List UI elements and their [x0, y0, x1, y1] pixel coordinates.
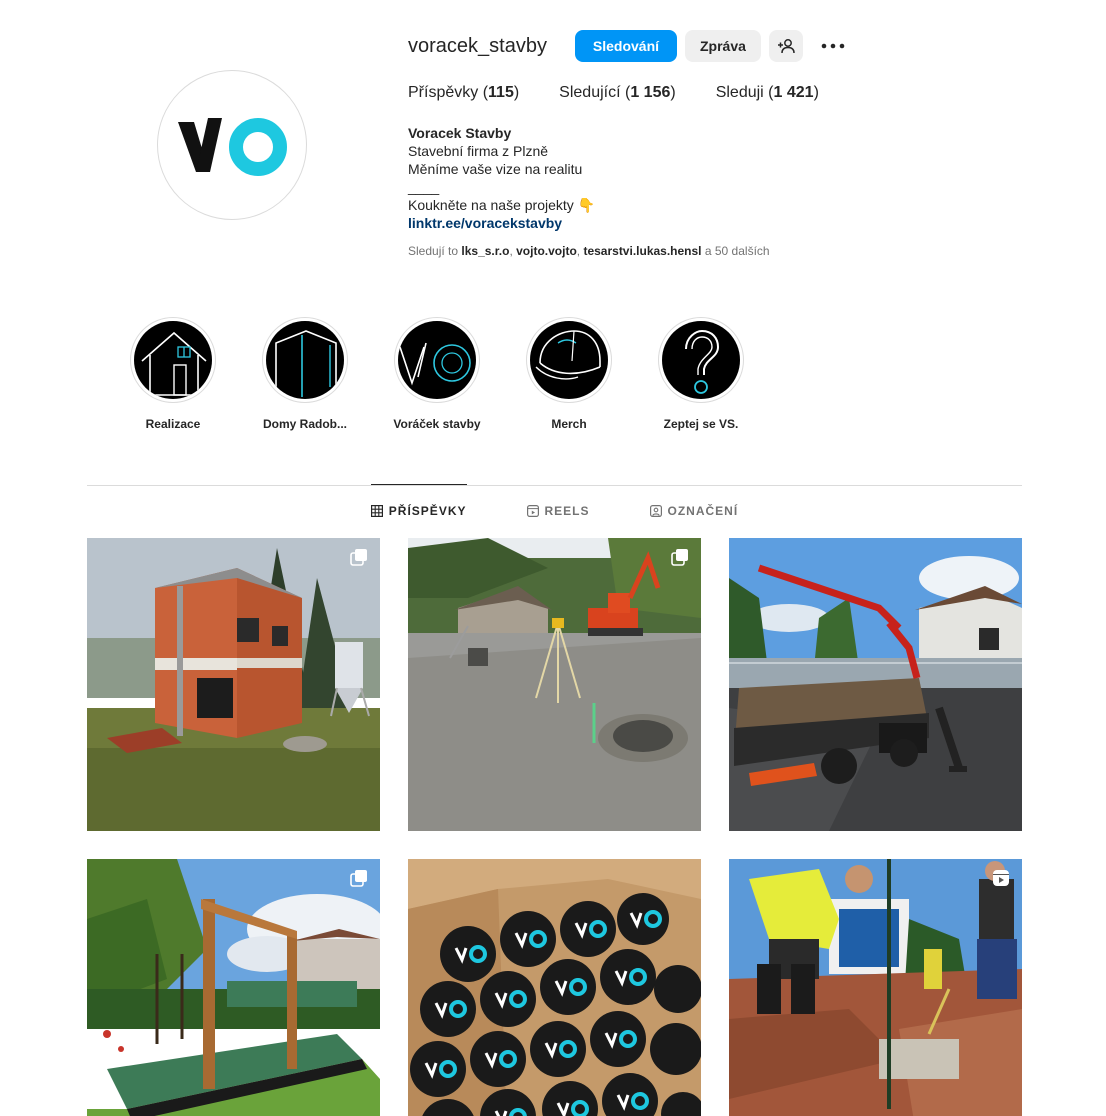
posts-stat-label: Příspěvky	[408, 84, 479, 101]
bio-line: Koukněte na naše projekty 👇	[408, 197, 596, 213]
highlight-item[interactable]: Merch	[526, 317, 612, 431]
frame-house-icon	[275, 330, 337, 397]
highlight-ring	[394, 317, 480, 403]
cap-icon	[535, 330, 601, 380]
posts-stat: Příspěvky (115)	[408, 84, 520, 101]
username: voracek_stavby	[408, 34, 547, 57]
profile-header-row: voracek_stavby Sledování Zpráva	[408, 28, 1028, 64]
posts-stat-count: 115	[488, 84, 514, 101]
post-thumbnail[interactable]	[87, 859, 380, 1116]
highlight-label: Zeptej se VS.	[663, 417, 739, 431]
highlight-cover	[530, 321, 608, 399]
profile-bio: Voracek Stavby Stavební firma z Plzně Mě…	[408, 124, 1028, 260]
post-image-brick-house	[87, 538, 380, 831]
following-stat-label: Sleduji	[715, 84, 764, 101]
highlight-ring	[658, 317, 744, 403]
bio-name: Voracek Stavby	[408, 125, 512, 141]
highlight-label: Realizace	[145, 417, 201, 431]
highlight-item[interactable]: Zeptej se VS.	[658, 317, 744, 431]
tab-reels[interactable]: REELS	[526, 485, 590, 537]
post-image-wooden-pergola	[87, 859, 380, 1116]
post-image-workers-trench	[729, 859, 1022, 1116]
highlight-item[interactable]: Domy Radob...	[262, 317, 348, 431]
followed-by-suffix: a 50 dalších	[704, 244, 770, 258]
following-button[interactable]: Sledování	[574, 30, 677, 62]
ellipsis-icon	[821, 43, 845, 49]
followed-by-prefix: Sledují to	[408, 244, 459, 258]
highlight-cover	[134, 321, 212, 399]
grid-icon	[370, 504, 383, 517]
profile-stats: Příspěvky (115) Sledující (1 156) Sleduj…	[408, 84, 1028, 102]
more-options-button[interactable]	[817, 30, 849, 62]
question-icon	[685, 329, 720, 394]
suggest-user-button[interactable]	[768, 30, 803, 62]
story-highlights: Realizace Domy Radob... Voráček stavby M…	[130, 317, 790, 431]
reel-icon	[993, 870, 1009, 886]
highlight-cover	[398, 321, 476, 399]
post-thumbnail[interactable]	[729, 538, 1022, 831]
highlight-label: Merch	[551, 417, 587, 431]
following-stat[interactable]: Sleduji (1 421)	[716, 84, 819, 102]
followers-stat-count: 1 156	[630, 84, 671, 101]
post-thumbnail[interactable]	[729, 859, 1022, 1116]
followed-by-user: tesarstvi.lukas.hensl	[583, 244, 702, 258]
highlight-cover	[266, 321, 344, 399]
following-stat-count: 1 421	[773, 84, 814, 101]
post-image-excavator-site	[408, 538, 701, 831]
carousel-icon	[350, 870, 367, 887]
tab-label: OZNAČENÍ	[667, 504, 739, 518]
post-image-merch-box	[408, 859, 701, 1116]
highlight-cover	[662, 321, 740, 399]
reels-icon	[526, 505, 539, 517]
tab-label: REELS	[544, 504, 590, 518]
tagged-icon	[649, 505, 662, 517]
highlight-ring	[526, 317, 612, 403]
bio-line: Měníme vaše vize na realitu	[408, 161, 583, 177]
highlight-item[interactable]: Voráček stavby	[393, 317, 481, 431]
post-thumbnail[interactable]	[408, 538, 701, 831]
profile-avatar[interactable]	[157, 70, 307, 220]
followed-by-user: lks_s.r.o	[461, 244, 510, 258]
post-image-crane-truck	[729, 538, 1022, 831]
profile-info: voracek_stavby Sledování Zpráva Příspěvk…	[408, 28, 1028, 260]
house-icon	[141, 331, 207, 396]
carousel-icon	[350, 549, 367, 566]
highlight-ring	[130, 317, 216, 403]
vo-logo-icon	[178, 118, 287, 176]
tab-tagged[interactable]: OZNAČENÍ	[649, 485, 739, 537]
highlight-item[interactable]: Realizace	[130, 317, 216, 431]
highlight-label: Domy Radob...	[262, 417, 347, 431]
profile-tabs: PŘÍSPĚVKY REELS OZNAČENÍ	[87, 484, 1022, 537]
followers-stat[interactable]: Sledující (1 156)	[559, 84, 676, 102]
add-person-icon	[777, 39, 795, 54]
post-thumbnail[interactable]	[408, 859, 701, 1116]
bio-link[interactable]: linktr.ee/voracekstavby	[408, 214, 1028, 232]
followers-stat-label: Sledující	[559, 84, 621, 101]
message-button[interactable]: Zpráva	[684, 30, 761, 62]
followed-by[interactable]: Sledují to lks_s.r.o, vojto.vojto, tesar…	[408, 242, 1028, 260]
tab-posts[interactable]: PŘÍSPĚVKY	[370, 484, 467, 536]
highlight-label: Voráček stavby	[393, 417, 481, 431]
posts-grid	[87, 538, 1022, 1116]
post-thumbnail[interactable]	[87, 538, 380, 831]
bio-line: ____	[408, 179, 440, 195]
carousel-icon	[671, 549, 688, 566]
logo-icon	[399, 342, 471, 386]
tab-label: PŘÍSPĚVKY	[388, 503, 467, 518]
followed-by-user: vojto.vojto	[516, 244, 577, 258]
bio-line: Stavební firma z Plzně	[408, 143, 549, 159]
highlight-ring	[262, 317, 348, 403]
